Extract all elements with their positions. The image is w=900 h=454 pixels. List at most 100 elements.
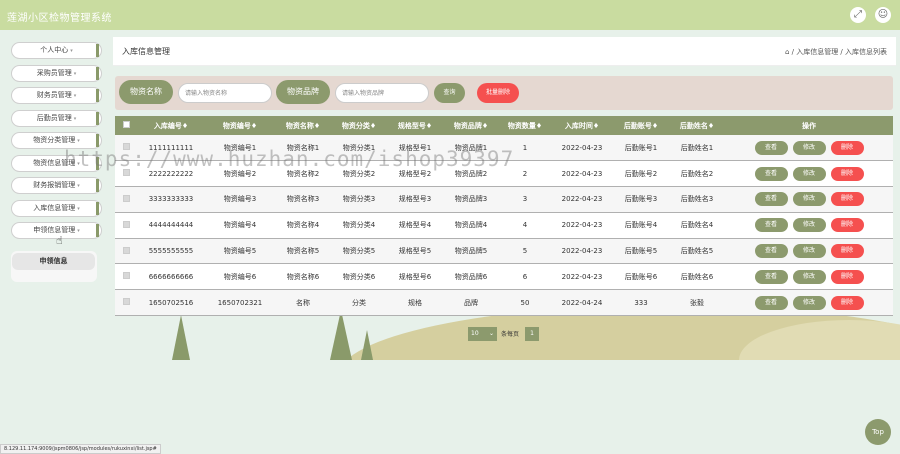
table-cell: 后勤姓名3	[680, 195, 714, 204]
chevron-down-icon: ⌄	[488, 330, 494, 337]
table-cell: 规格型号3	[398, 195, 432, 204]
row-checkbox[interactable]	[122, 169, 130, 177]
delete-button[interactable]: 删除	[830, 192, 864, 207]
view-button[interactable]: 查看	[754, 140, 788, 155]
table-cell: 物资分类4	[342, 221, 376, 230]
table-cell: 物资编号6	[223, 272, 257, 281]
table-row: 6666666666 物资编号6 物资名称6 物资分类6 规格型号6 物资品牌6 6 2022…	[115, 263, 893, 290]
column-header[interactable]: 入库编号♦	[137, 116, 205, 135]
sidebar-item-personal-center[interactable]: 个人中心 ▾	[11, 42, 102, 59]
view-button[interactable]: 查看	[754, 269, 788, 284]
row-checkbox[interactable]	[122, 246, 130, 254]
submenu-item-requisition-info[interactable]: 申领信息	[12, 253, 95, 270]
page-title: 入库信息管理	[122, 47, 170, 56]
select-all-checkbox[interactable]	[122, 121, 130, 128]
view-button[interactable]: 查看	[754, 192, 788, 207]
main-content: 入库信息管理 ⌂ / 入库信息管理 / 入库信息列表 物资名称 物资品牌 查询 …	[109, 30, 900, 454]
edit-button[interactable]: 修改	[792, 244, 826, 259]
edit-button[interactable]: 修改	[792, 192, 826, 207]
row-checkbox[interactable]	[122, 220, 130, 228]
chevron-down-icon: ▾	[77, 161, 80, 167]
row-checkbox[interactable]	[122, 143, 130, 151]
column-header[interactable]: 后勤姓名♦	[669, 116, 725, 135]
table-cell: 物资编号2	[223, 169, 257, 178]
edit-button[interactable]: 修改	[792, 166, 826, 181]
sidebar-item-material-info[interactable]: 物资信息管理 ▾	[11, 155, 102, 172]
inbound-table: 入库编号♦ 物资编号♦ 物资名称♦ 物资分类♦ 规格型号♦ 物资品牌♦ 物资数量…	[115, 116, 893, 316]
column-header[interactable]: 物资编号♦	[205, 116, 275, 135]
column-header[interactable]: 物资品牌♦	[443, 116, 499, 135]
column-header[interactable]: 物资名称♦	[275, 116, 331, 135]
back-to-top-button[interactable]: Top	[865, 419, 891, 445]
table-cell: 2022-04-23	[561, 195, 603, 204]
table-cell: 物资编号1	[223, 143, 257, 152]
table-cell: 6	[522, 272, 528, 281]
table-cell: 分类	[352, 298, 366, 307]
hand-cursor-icon: ☝	[56, 234, 63, 247]
edit-button[interactable]: 修改	[792, 295, 826, 310]
delete-button[interactable]: 删除	[830, 269, 864, 284]
table-cell: 1	[522, 143, 528, 152]
table-cell: 后勤姓名6	[680, 272, 714, 281]
sidebar-item-reimbursement[interactable]: 财务报销管理 ▾	[11, 177, 102, 194]
row-actions: 查看 修改 删除	[725, 192, 893, 207]
view-button[interactable]: 查看	[754, 166, 788, 181]
edit-button[interactable]: 修改	[792, 269, 826, 284]
batch-delete-button[interactable]: 批量删除	[477, 83, 519, 103]
table-cell: 后勤账号3	[624, 195, 658, 204]
delete-button[interactable]: 删除	[830, 166, 864, 181]
table-cell: 规格型号6	[398, 272, 432, 281]
sidebar-item-inbound[interactable]: 入库信息管理 ▾	[11, 200, 102, 217]
material-name-input[interactable]	[178, 83, 272, 103]
expand-icon[interactable]: ⤢	[850, 7, 866, 23]
table-cell: 物资分类1	[342, 143, 376, 152]
edit-button[interactable]: 修改	[792, 218, 826, 233]
chevron-down-icon: ▾	[77, 183, 80, 189]
search-button[interactable]: 查询	[434, 83, 465, 103]
table-cell: 物资编号3	[223, 195, 257, 204]
column-header[interactable]: 物资分类♦	[331, 116, 387, 135]
sidebar-item-logistics-staff[interactable]: 后勤员管理 ▾	[11, 110, 102, 127]
chevron-down-icon: ▾	[73, 93, 77, 99]
row-checkbox[interactable]	[122, 272, 130, 280]
delete-button[interactable]: 删除	[830, 218, 864, 233]
per-page-label: 条每页	[501, 331, 520, 338]
sidebar-item-finance-staff[interactable]: 财务员管理 ▾	[11, 87, 102, 104]
delete-button[interactable]: 删除	[830, 140, 864, 155]
table-cell: 后勤账号4	[624, 221, 658, 230]
column-header[interactable]: 入库时间♦	[551, 116, 613, 135]
table-cell: 4444444444	[148, 221, 194, 230]
column-header[interactable]: 后勤账号♦	[613, 116, 669, 135]
table-cell: 物资分类6	[342, 272, 376, 281]
table-cell: 4	[522, 221, 528, 230]
row-actions: 查看 修改 删除	[725, 244, 893, 259]
page-size-select[interactable]: 10 ⌄	[468, 327, 497, 341]
delete-button[interactable]: 删除	[830, 244, 864, 259]
table-cell: 张毅	[690, 298, 704, 307]
table-cell: 物资名称6	[286, 272, 320, 281]
sidebar-item-purchaser[interactable]: 采购员管理 ▾	[11, 65, 102, 82]
column-header[interactable]: 规格型号♦	[387, 116, 443, 135]
material-brand-input[interactable]	[335, 83, 429, 103]
table-cell: 6666666666	[148, 272, 194, 281]
row-checkbox[interactable]	[122, 298, 130, 306]
view-button[interactable]: 查看	[754, 295, 788, 310]
table-cell: 后勤姓名1	[680, 143, 714, 152]
table-cell: 物资品牌1	[454, 143, 488, 152]
view-button[interactable]: 查看	[754, 218, 788, 233]
user-icon[interactable]: ☺	[875, 7, 891, 23]
edit-button[interactable]: 修改	[792, 140, 826, 155]
page-number-button[interactable]: 1	[525, 327, 539, 341]
row-checkbox[interactable]	[122, 194, 130, 202]
column-header[interactable]: 物资数量♦	[499, 116, 551, 135]
breadcrumb-path[interactable]: ⌂ / 入库信息管理 / 入库信息列表	[785, 47, 887, 57]
view-button[interactable]: 查看	[754, 244, 788, 259]
table-cell: 1111111111	[148, 143, 194, 152]
sidebar-item-material-category[interactable]: 物资分类管理 ▾	[11, 132, 102, 149]
delete-button[interactable]: 删除	[830, 295, 864, 310]
table-cell: 2022-04-23	[561, 272, 603, 281]
table-cell: 物资编号5	[223, 247, 257, 256]
table-cell: 物资分类3	[342, 195, 376, 204]
table-cell: 1650702516	[148, 298, 194, 307]
table-cell: 后勤姓名5	[680, 247, 714, 256]
